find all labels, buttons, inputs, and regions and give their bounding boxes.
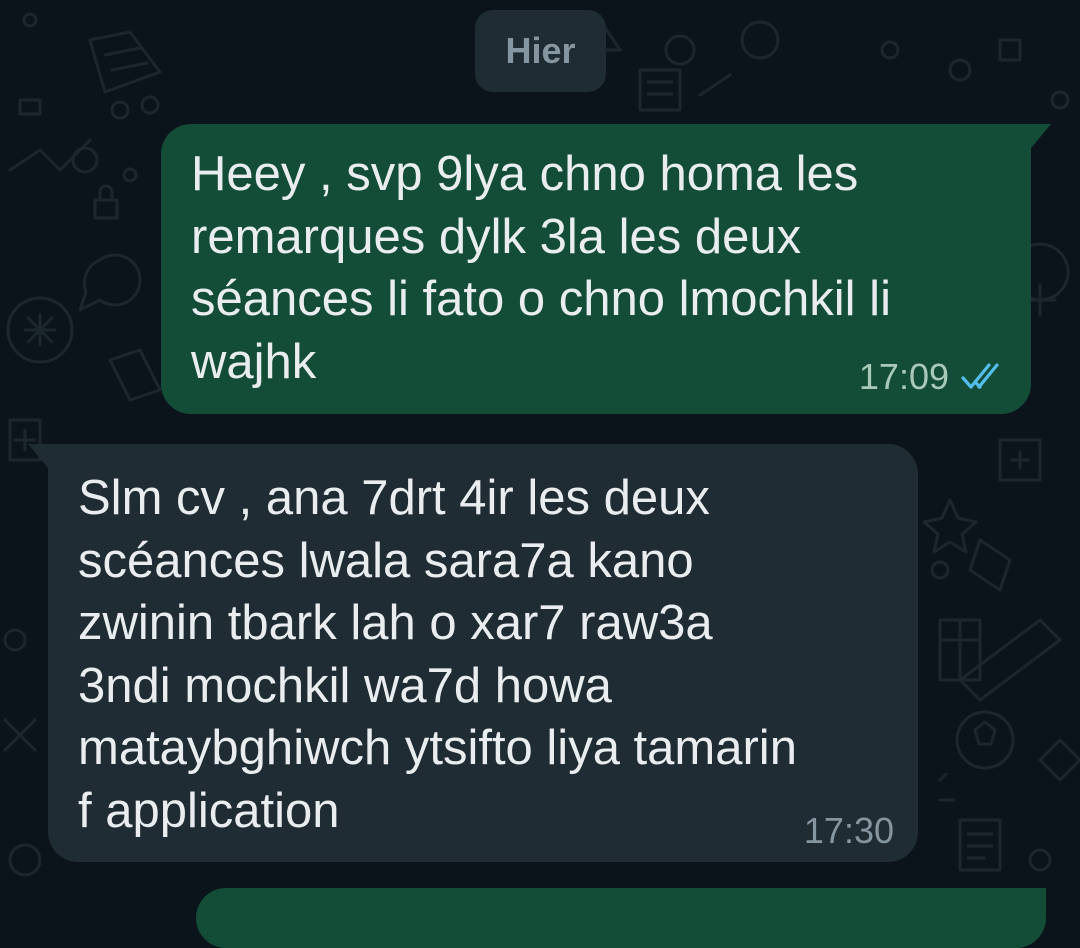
message-time: 17:09 bbox=[858, 356, 949, 397]
date-separator: Hier bbox=[475, 10, 606, 92]
double-check-read-icon bbox=[961, 363, 999, 389]
message-time: 17:30 bbox=[803, 810, 894, 851]
message-meta: 17:09 bbox=[859, 356, 1007, 398]
incoming-message-bubble[interactable]: Slm cv , ana 7drt 4ir les deux scéances … bbox=[28, 444, 918, 862]
message-meta: 17:30 bbox=[804, 810, 894, 852]
message-text: Slm cv , ana 7drt 4ir les deux scéances … bbox=[78, 471, 797, 838]
outgoing-message-bubble[interactable]: Heey , svp 9lya chno homa les remarques … bbox=[161, 124, 1051, 414]
partial-outgoing-message-bubble[interactable] bbox=[196, 888, 1046, 948]
